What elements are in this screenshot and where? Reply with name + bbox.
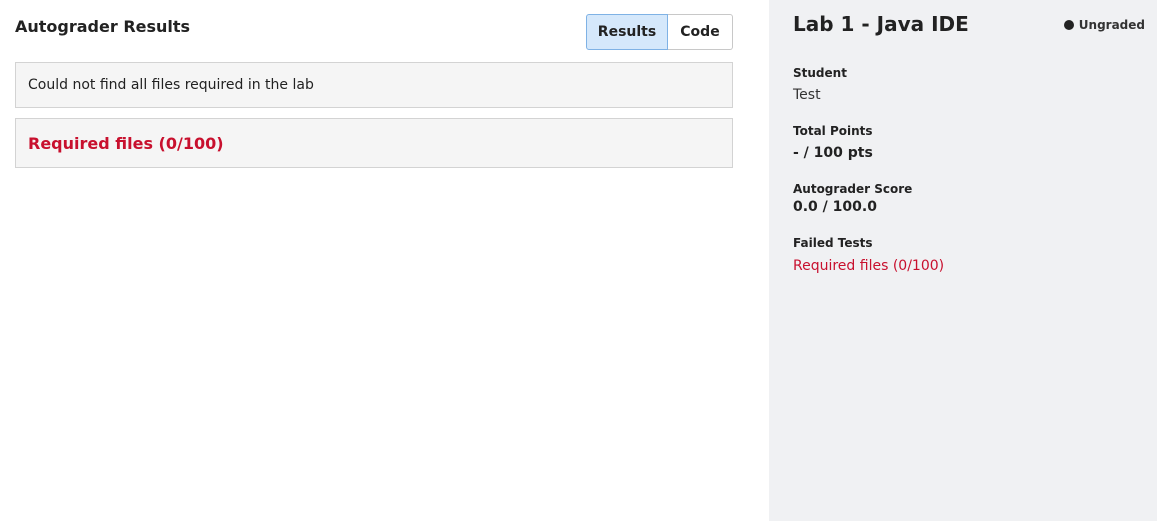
results-tab-button[interactable]: Results <box>586 14 668 50</box>
failed-tests-label: Failed Tests <box>793 236 873 250</box>
student-value: Test <box>793 87 821 103</box>
status-badge: Ungraded <box>1063 18 1145 32</box>
view-toggle: Results Code <box>586 14 733 50</box>
total-points-value: - / 100 pts <box>793 145 873 161</box>
status-label: Ungraded <box>1078 18 1145 32</box>
page-title: Autograder Results <box>15 17 191 36</box>
assignment-title: Lab 1 - Java IDE <box>793 12 969 36</box>
test-result-label: Required files (0/100) <box>28 133 224 153</box>
failed-test-link[interactable]: Required files (0/100) <box>793 258 944 274</box>
autograder-score-label: Autograder Score <box>793 182 913 196</box>
app-layout: Autograder Results Results Code Could no… <box>0 0 1157 521</box>
status-dot-icon <box>1063 20 1074 30</box>
submission-sidebar: Lab 1 - Java IDE Ungraded Student Test T… <box>769 0 1157 521</box>
autograder-score-value: 0.0 / 100.0 <box>793 199 877 215</box>
student-label: Student <box>793 66 847 80</box>
code-tab-button[interactable]: Code <box>668 14 733 50</box>
test-result-item[interactable]: Required files (0/100) <box>15 118 733 168</box>
results-panel: Autograder Results Results Code Could no… <box>0 0 769 521</box>
autograder-message: Could not find all files required in the… <box>15 62 733 108</box>
total-points-label: Total Points <box>793 124 873 138</box>
